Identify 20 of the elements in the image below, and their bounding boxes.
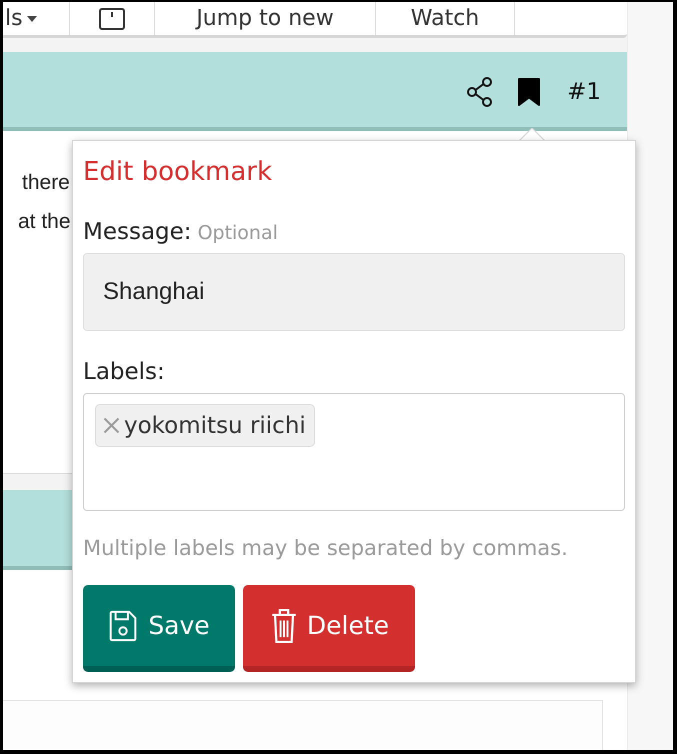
post-number-link[interactable]: #1 bbox=[567, 78, 601, 106]
message-input[interactable]: Shanghai bbox=[83, 253, 625, 331]
caret-icon bbox=[26, 16, 37, 22]
message-label: Message: bbox=[83, 218, 192, 247]
optional-hint: Optional bbox=[198, 221, 278, 246]
label-text: yokomitsu riichi bbox=[124, 412, 306, 440]
help-text: Multiple labels may be separated by commas. bbox=[83, 535, 568, 561]
share-icon[interactable] bbox=[466, 76, 494, 106]
labels-input[interactable]: yokomitsu riichi bbox=[83, 393, 625, 511]
popup-title: Edit bookmark bbox=[83, 156, 272, 189]
labels-label: Labels: bbox=[83, 358, 165, 387]
post-text: at the bbox=[18, 210, 71, 233]
toolbar-button[interactable]: Jump to new bbox=[155, 2, 376, 35]
menu-button[interactable]: ls bbox=[3, 2, 70, 35]
toolbar-button[interactable]: Watch bbox=[376, 2, 515, 35]
post-text: there bbox=[22, 171, 70, 194]
save-button[interactable]: Save bbox=[83, 585, 235, 672]
delete-button[interactable]: Delete bbox=[243, 585, 415, 672]
square-icon bbox=[99, 8, 125, 30]
bookmark-icon[interactable] bbox=[518, 78, 540, 106]
